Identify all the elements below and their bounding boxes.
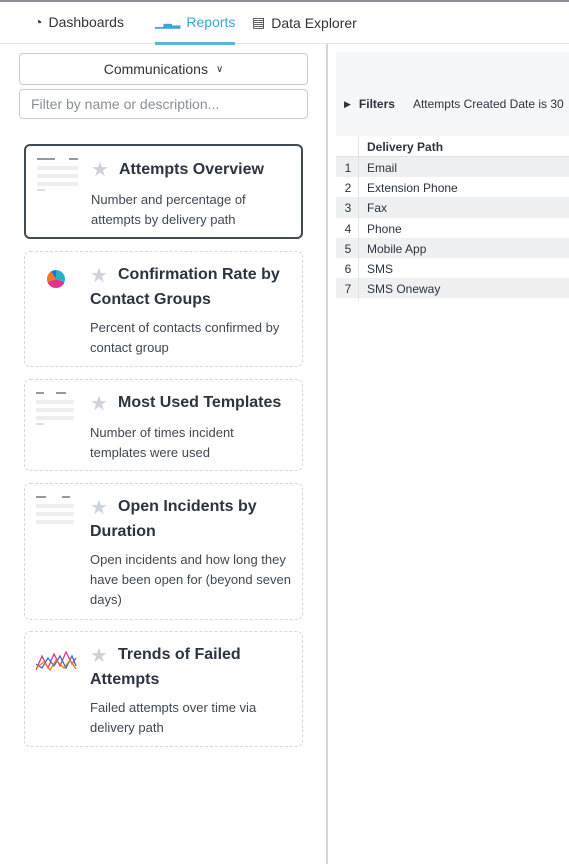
report-title: Attempts Overview bbox=[119, 161, 264, 178]
tab-dashboards[interactable]: ◔ Dashboards bbox=[34, 14, 124, 30]
filters-toggle[interactable]: ▶ Filters Attempts Created Date is 30 bbox=[344, 97, 569, 111]
table-row: 3 Fax bbox=[336, 197, 569, 218]
table-row: 5 Mobile App bbox=[336, 237, 569, 258]
filter-bar bbox=[336, 52, 569, 136]
delivery-path-cell: Fax bbox=[367, 201, 388, 216]
row-number: 7 bbox=[344, 282, 352, 297]
delivery-path-cell: Email bbox=[367, 161, 398, 175]
table-thumbnail-icon bbox=[37, 158, 78, 191]
filters-label: Filters bbox=[358, 97, 395, 111]
tab-label: Reports bbox=[186, 14, 236, 30]
row-number: 4 bbox=[344, 221, 352, 236]
pane-resizer[interactable] bbox=[326, 44, 328, 864]
category-dropdown[interactable]: Communications ∨ bbox=[19, 53, 308, 85]
report-description: Open incidents and how long they have be… bbox=[90, 552, 291, 607]
table-thumbnail-icon bbox=[36, 496, 74, 524]
report-description: Percent of contacts confirmed by contact… bbox=[90, 320, 280, 355]
table-header: Delivery Path bbox=[336, 137, 569, 157]
report-card[interactable]: ★ Confirmation Rate by Contact Groups Pe… bbox=[24, 251, 303, 367]
table-row: 6 SMS bbox=[336, 258, 569, 278]
report-title: Trends of Failed Attempts bbox=[90, 646, 241, 688]
table-row: 2 Extension Phone bbox=[336, 177, 569, 197]
tab-label: Dashboards bbox=[48, 14, 124, 30]
table-thumbnail-icon bbox=[36, 392, 74, 425]
delivery-path-cell: Extension Phone bbox=[367, 181, 458, 196]
gauge-icon: ◔ bbox=[34, 14, 43, 30]
report-description: Failed attempts over time via delivery p… bbox=[90, 700, 257, 735]
line-chart-thumbnail-icon bbox=[36, 650, 77, 672]
row-number: 1 bbox=[344, 161, 352, 175]
delivery-path-cell: Phone bbox=[367, 221, 402, 236]
results-table: Delivery Path 1 Email 2 Extension Phone 3 Fax… bbox=[336, 137, 569, 299]
pie-chart-thumbnail-icon bbox=[46, 269, 66, 289]
table-icon: ▤ bbox=[252, 14, 266, 30]
tab-data-explorer[interactable]: ▤ Data Explorer bbox=[252, 14, 357, 31]
table-row: 7 SMS Oneway bbox=[336, 278, 569, 299]
report-search-input[interactable] bbox=[19, 89, 308, 119]
report-card[interactable]: ★ Most Used Templates Number of times in… bbox=[24, 379, 303, 471]
filter-summary: Attempts Created Date is 30 bbox=[412, 97, 564, 111]
bar-chart-icon: ▁▃▂ bbox=[155, 16, 181, 29]
report-card[interactable]: ★ Attempts Overview Number and percentag… bbox=[24, 144, 303, 239]
report-description: Number of times incident templates were … bbox=[90, 425, 234, 460]
report-card[interactable]: ★ Trends of Failed Attempts Failed attem… bbox=[24, 631, 303, 747]
row-number: 5 bbox=[344, 241, 352, 256]
report-title: Confirmation Rate by Contact Groups bbox=[90, 266, 280, 308]
row-number-divider bbox=[358, 137, 359, 300]
dropdown-value: Communications bbox=[103, 61, 208, 77]
report-description: Number and percentage of attempts by del… bbox=[91, 192, 246, 227]
tab-label: Data Explorer bbox=[271, 14, 357, 31]
row-number: 6 bbox=[344, 261, 352, 276]
table-row: 4 Phone bbox=[336, 218, 569, 238]
delivery-path-cell: SMS bbox=[367, 261, 394, 276]
caret-right-icon: ▶ bbox=[344, 99, 351, 109]
tab-reports[interactable]: ▁▃▂ Reports bbox=[155, 14, 236, 45]
delivery-path-cell: SMS Oneway bbox=[367, 282, 441, 297]
row-number: 3 bbox=[344, 201, 352, 216]
chevron-down-icon: ∨ bbox=[215, 63, 224, 75]
column-header-delivery-path[interactable]: Delivery Path bbox=[367, 140, 443, 154]
nav-tabs: ◔ Dashboards ▁▃▂ Reports ▤ Data Explorer bbox=[0, 2, 569, 45]
report-card[interactable]: ★ Open Incidents by Duration Open incide… bbox=[24, 483, 303, 620]
report-title: Open Incidents by Duration bbox=[90, 498, 257, 540]
table-row: 1 Email bbox=[336, 157, 569, 178]
delivery-path-cell: Mobile App bbox=[367, 241, 427, 256]
row-number: 2 bbox=[344, 181, 352, 196]
report-title: Most Used Templates bbox=[118, 394, 282, 411]
